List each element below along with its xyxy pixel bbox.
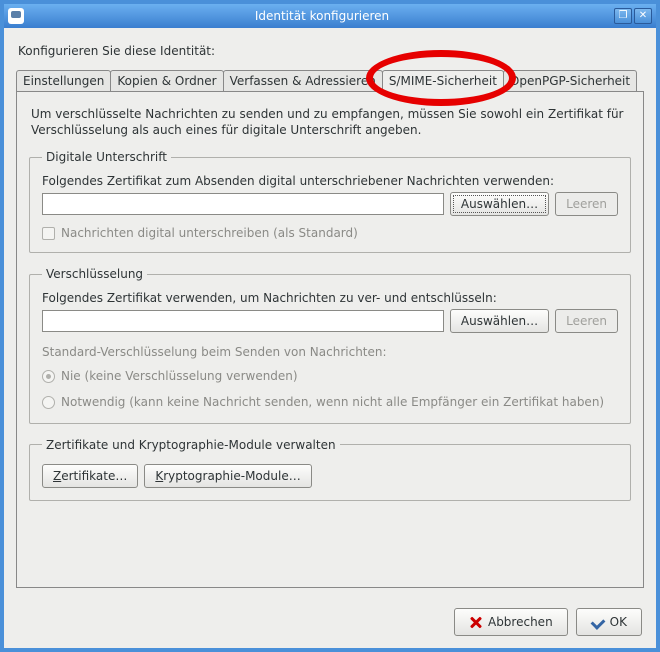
dialog-footer: Abbrechen OK xyxy=(4,598,656,648)
window-title: Identität konfigurieren xyxy=(32,9,612,23)
dialog-content: Konfigurieren Sie diese Identität: Einst… xyxy=(4,28,656,598)
tab-copies-folders[interactable]: Kopien & Ordner xyxy=(110,70,223,91)
ok-icon xyxy=(591,615,605,629)
configure-instruction: Konfigurieren Sie diese Identität: xyxy=(18,44,642,58)
signing-cert-input[interactable] xyxy=(42,193,444,215)
tab-panel-smime: Um verschlüsselte Nachrichten zu senden … xyxy=(16,92,644,588)
radio-encrypt-required-label: Notwendig (kann keine Nachricht senden, … xyxy=(61,395,604,411)
group-digital-signing: Digitale Unterschrift Folgendes Zertifik… xyxy=(29,150,631,253)
signing-cert-label: Folgendes Zertifikat zum Absenden digita… xyxy=(42,174,618,188)
group-legend-encryption: Verschlüsselung xyxy=(42,267,147,281)
radio-encrypt-never-label: Nie (keine Verschlüsselung verwenden) xyxy=(61,369,298,385)
tab-compose-addressing[interactable]: Verfassen & Adressieren xyxy=(223,70,383,91)
radio-encrypt-never[interactable] xyxy=(42,370,55,383)
tab-openpgp-security[interactable]: OpenPGP-Sicherheit xyxy=(503,70,637,91)
certificates-button[interactable]: Zertifikate… xyxy=(42,464,138,488)
titlebar: Identität konfigurieren ❐ ✕ xyxy=(4,4,656,28)
window-restore-button[interactable]: ❐ xyxy=(614,8,632,24)
default-encryption-label: Standard-Verschlüsselung beim Senden von… xyxy=(42,345,618,359)
group-manage-certs: Zertifikate und Kryptographie-Module ver… xyxy=(29,438,631,501)
encryption-clear-button[interactable]: Leeren xyxy=(555,309,618,333)
encryption-cert-label: Folgendes Zertifikat verwenden, um Nachr… xyxy=(42,291,618,305)
tab-settings[interactable]: Einstellungen xyxy=(16,70,111,91)
thunderbird-icon xyxy=(8,8,24,24)
dialog-window: Identität konfigurieren ❐ ✕ Konfiguriere… xyxy=(0,0,660,652)
sign-default-checkbox[interactable] xyxy=(42,227,55,240)
tab-bar: Einstellungen Kopien & Ordner Verfassen … xyxy=(16,68,644,92)
group-legend-signing: Digitale Unterschrift xyxy=(42,150,171,164)
cancel-button[interactable]: Abbrechen xyxy=(454,608,568,636)
radio-encrypt-required[interactable] xyxy=(42,396,55,409)
encryption-select-button[interactable]: Auswählen… xyxy=(450,309,549,333)
panel-description: Um verschlüsselte Nachrichten zu senden … xyxy=(31,106,629,138)
ok-button[interactable]: OK xyxy=(576,608,642,636)
group-encryption: Verschlüsselung Folgendes Zertifikat ver… xyxy=(29,267,631,423)
signing-clear-button[interactable]: Leeren xyxy=(555,192,618,216)
window-close-button[interactable]: ✕ xyxy=(634,8,652,24)
group-legend-manage: Zertifikate und Kryptographie-Module ver… xyxy=(42,438,340,452)
tab-smime-security[interactable]: S/MIME-Sicherheit xyxy=(382,70,504,92)
signing-select-button[interactable]: Auswählen… xyxy=(450,192,549,216)
cancel-icon xyxy=(469,615,483,629)
encryption-cert-input[interactable] xyxy=(42,310,444,332)
crypto-modules-button[interactable]: Kryptographie-Module… xyxy=(144,464,311,488)
sign-default-label: Nachrichten digital unterschreiben (als … xyxy=(61,226,358,240)
